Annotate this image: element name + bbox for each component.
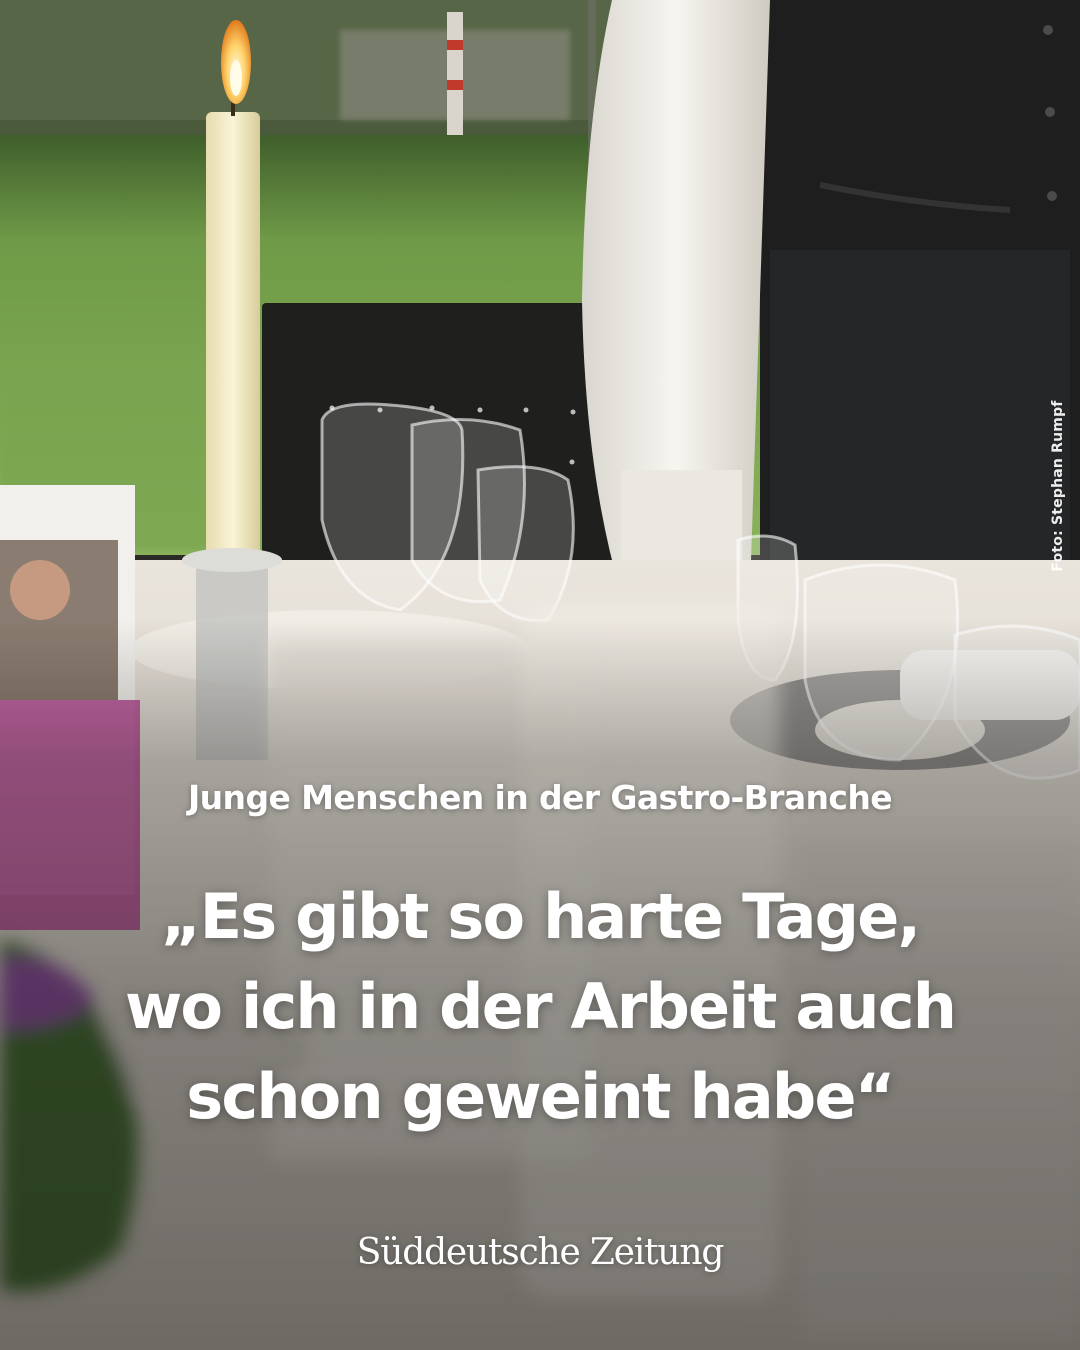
article-kicker: Junge Menschen in der Gastro-Branche (187, 778, 893, 817)
photo-credit: Foto: Stephan Rumpf (1050, 400, 1066, 572)
article-headline: „Es gibt so harte Tage, wo ich in der Ar… (40, 872, 1040, 1142)
instagram-post: Foto: Stephan Rumpf Junge Menschen in de… (0, 0, 1080, 1350)
headline-line-1: „Es gibt so harte Tage, (160, 880, 921, 953)
brand-logo: Süddeutsche Zeitung (356, 1232, 725, 1273)
text-scrim (0, 0, 1080, 1350)
headline-line-2: wo ich in der Arbeit auch (124, 970, 957, 1043)
headline-line-3: schon geweint habe“ (186, 1060, 895, 1133)
